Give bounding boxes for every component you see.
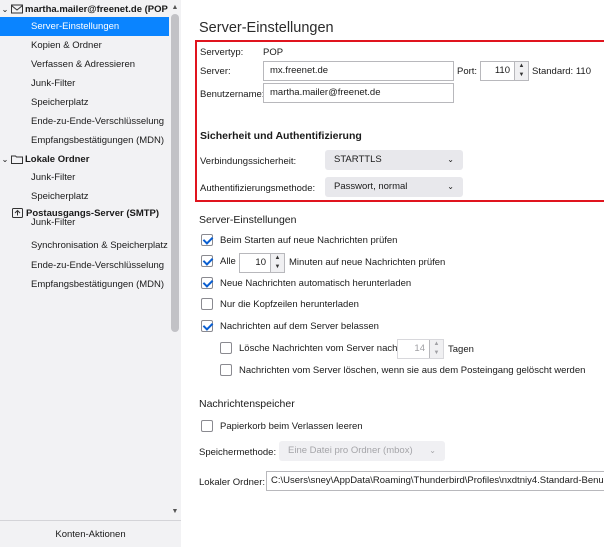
auto-download-row[interactable]: Neue Nachrichten automatisch herunterlad… <box>201 277 411 289</box>
server-label: Server: <box>200 66 231 77</box>
account-name: Lokale Ordner <box>25 153 90 165</box>
delete-after-stepper[interactable]: 14 ▲ ▼ <box>397 339 444 359</box>
sidebar-item-local-speicherplatz[interactable]: Speicherplatz <box>0 187 169 206</box>
sidebar-item-smtp-e2e[interactable]: Ende-zu-Ende-Verschlüsselung <box>0 256 169 275</box>
chevron-down-icon[interactable]: ▼ <box>430 349 443 358</box>
storage-method-label: Speichermethode: <box>199 447 277 458</box>
sidebar-item-junk-filter[interactable]: Junk-Filter <box>0 74 169 93</box>
check-on-start-row[interactable]: Beim Starten auf neue Nachrichten prüfen <box>201 234 397 246</box>
check-every-label-pre: Alle <box>220 255 236 267</box>
check-on-start-label: Beim Starten auf neue Nachrichten prüfen <box>220 234 398 246</box>
port-label: Port: <box>457 66 478 77</box>
port-stepper[interactable]: 110 ▲ ▼ <box>480 61 529 81</box>
check-every-row[interactable]: Alle <box>201 255 236 267</box>
storage-heading: Nachrichtenspeicher <box>199 398 295 410</box>
account-name: martha.mailer@freenet.de (POP <box>25 3 168 15</box>
sidebar-item-verfassen[interactable]: Verfassen & Adressieren <box>0 55 169 74</box>
folder-icon <box>11 154 23 164</box>
server-input[interactable]: mx.freenet.de <box>263 61 454 81</box>
benutzername-label: Benutzername: <box>200 89 265 100</box>
headers-only-row[interactable]: Nur die Kopfzeilen herunterladen <box>201 298 359 310</box>
check-every-label-post: Minuten auf neue Nachrichten prüfen <box>289 257 446 268</box>
check-on-start-checkbox[interactable] <box>201 234 213 246</box>
server-settings-heading: Server-Einstellungen <box>199 214 297 226</box>
port-value: 110 <box>494 65 510 76</box>
chevron-down-icon: ⌄ <box>447 155 454 164</box>
auth-select[interactable]: Passwort, normal ⌄ <box>325 177 463 197</box>
delete-when-removed-checkbox[interactable] <box>220 364 232 376</box>
scroll-up-icon[interactable]: ▲ <box>169 2 181 14</box>
servertyp-value: POP <box>263 47 284 58</box>
chevron-up-icon[interactable]: ▲ <box>515 62 528 71</box>
sidebar-item-e2e[interactable]: Ende-zu-Ende-Verschlüsselung <box>0 112 169 131</box>
local-dir-label: Lokaler Ordner: <box>199 477 266 488</box>
sidebar-item-kopien-ordner[interactable]: Kopien & Ordner <box>0 36 169 55</box>
account-tree: ⌄ martha.mailer@freenet.de (POP Server-E… <box>0 0 169 520</box>
delete-after-label: Lösche Nachrichten vom Server nach <box>239 342 398 354</box>
delete-after-checkbox[interactable] <box>220 342 232 354</box>
account-lokale-ordner[interactable]: ⌄ Lokale Ordner <box>0 150 169 168</box>
scroll-down-icon[interactable]: ▼ <box>169 506 181 518</box>
headers-only-checkbox[interactable] <box>201 298 213 310</box>
storage-method-select[interactable]: Eine Datei pro Ordner (mbox) ⌄ <box>279 441 445 461</box>
verbindungssicherheit-select[interactable]: STARTTLS ⌄ <box>325 150 463 170</box>
auth-label: Authentifizierungsmethode: <box>200 183 316 194</box>
verbindungssicherheit-label: Verbindungssicherheit: <box>200 156 297 167</box>
empty-trash-label: Papierkorb beim Verlassen leeren <box>220 420 363 432</box>
servertyp-label: Servertyp: <box>200 47 244 58</box>
auto-download-label: Neue Nachrichten automatisch herunterlad… <box>220 277 412 289</box>
sidebar-footer: Konten-Aktionen <box>0 520 181 547</box>
check-every-checkbox[interactable] <box>201 255 213 267</box>
leave-on-server-row[interactable]: Nachrichten auf dem Server belassen <box>201 320 379 332</box>
sidebar-item-mdn[interactable]: Empfangsbestätigungen (MDN) <box>0 131 169 150</box>
chevron-down-icon[interactable]: ⌄ <box>0 155 10 164</box>
sidebar-scrollbar[interactable]: ▲ ▼ <box>169 0 181 520</box>
delete-after-value: 14 <box>414 343 425 354</box>
sidebar-item-server-einstellungen[interactable]: Server-Einstellungen <box>0 17 169 36</box>
chevron-down-icon: ⌄ <box>429 446 436 455</box>
server-settings-panel: Server-Einstellungen Servertyp: POP Serv… <box>182 0 604 547</box>
delete-after-unit: Tagen <box>448 344 474 355</box>
delete-after-row[interactable]: Lösche Nachrichten vom Server nach <box>220 342 397 354</box>
sidebar-item-speicherplatz[interactable]: Speicherplatz <box>0 93 169 112</box>
envelope-icon <box>11 4 23 14</box>
page-title: Server-Einstellungen <box>199 20 334 36</box>
sidebar-item-sync[interactable]: Synchronisation & Speicherplatz <box>0 236 169 255</box>
leave-on-server-label: Nachrichten auf dem Server belassen <box>220 320 379 332</box>
scrollbar-thumb[interactable] <box>171 14 179 332</box>
sidebar-item-local-junk-filter[interactable]: Junk-Filter <box>0 168 169 187</box>
security-heading: Sicherheit und Authentifizierung <box>200 130 362 142</box>
auth-value: Passwort, normal <box>334 181 408 192</box>
verbindungssicherheit-value: STARTTLS <box>334 154 382 165</box>
empty-trash-checkbox[interactable] <box>201 420 213 432</box>
account-freenet[interactable]: ⌄ martha.mailer@freenet.de (POP <box>0 0 169 18</box>
empty-trash-row[interactable]: Papierkorb beim Verlassen leeren <box>201 420 363 432</box>
check-interval-stepper[interactable]: 10 ▲ ▼ <box>239 253 285 273</box>
local-dir-input[interactable]: C:\Users\sney\AppData\Roaming\Thunderbir… <box>266 471 604 491</box>
delete-when-removed-row[interactable]: Nachrichten vom Server löschen, wenn sie… <box>220 364 585 376</box>
delete-when-removed-label: Nachrichten vom Server löschen, wenn sie… <box>239 364 586 376</box>
auto-download-checkbox[interactable] <box>201 277 213 289</box>
headers-only-label: Nur die Kopfzeilen herunterladen <box>220 298 359 310</box>
leave-on-server-checkbox[interactable] <box>201 320 213 332</box>
storage-method-value: Eine Datei pro Ordner (mbox) <box>288 445 413 456</box>
benutzername-input[interactable]: martha.mailer@freenet.de <box>263 83 454 103</box>
chevron-down-icon: ⌄ <box>447 182 454 191</box>
chevron-down-icon[interactable]: ⌄ <box>0 5 10 14</box>
port-standard: Standard: 110 <box>532 66 591 77</box>
chevron-up-icon[interactable]: ▲ <box>430 340 443 349</box>
chevron-down-icon[interactable]: ▼ <box>515 71 528 80</box>
sidebar-item-smtp-junk-filter[interactable]: Junk-Filter <box>0 217 169 229</box>
chevron-up-icon[interactable]: ▲ <box>271 254 284 263</box>
konten-aktionen-button[interactable]: Konten-Aktionen <box>55 529 125 540</box>
check-interval-value: 10 <box>255 257 266 268</box>
account-sidebar: ⌄ martha.mailer@freenet.de (POP Server-E… <box>0 0 181 547</box>
sidebar-item-smtp-mdn[interactable]: Empfangsbestätigungen (MDN) <box>0 275 169 294</box>
chevron-down-icon[interactable]: ▼ <box>271 263 284 272</box>
